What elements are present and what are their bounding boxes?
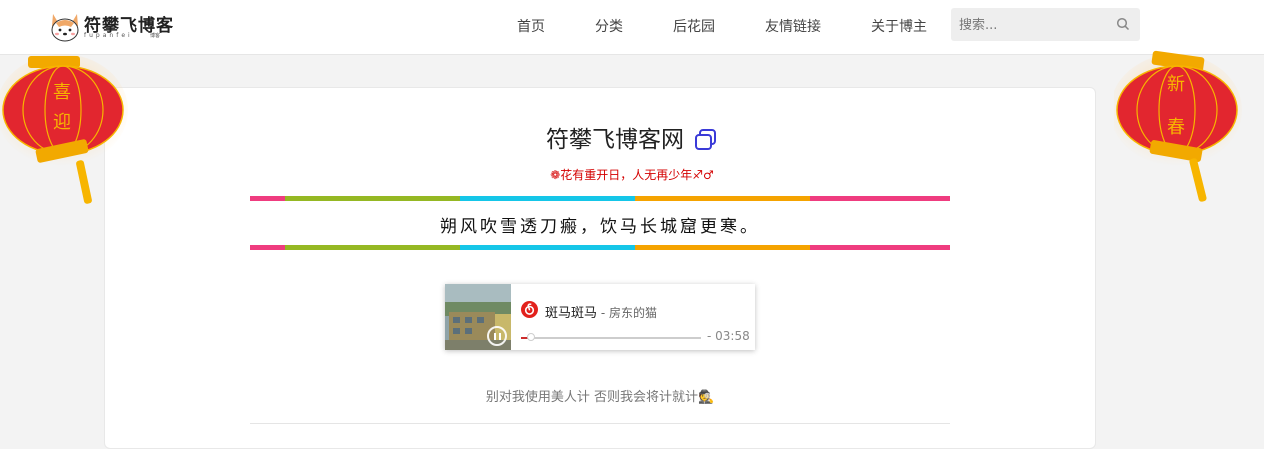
search-icon[interactable] [1116, 17, 1130, 31]
content-divider [250, 423, 950, 424]
lantern-right-char-2: 春 [1167, 117, 1185, 138]
lantern-left-char-2: 迎 [53, 112, 71, 133]
song-title: 斑马斑马 [545, 306, 598, 321]
stripe-segment [285, 245, 460, 250]
song-info: 斑马斑马 - 房东的猫 [545, 302, 657, 321]
lantern-left-char-1: 喜 [53, 82, 71, 103]
logo-tag: 博客 [150, 33, 161, 39]
corgi-mascot-icon [51, 14, 79, 42]
motto: ❁花有重开日，人无再少年♐♂ [550, 168, 714, 182]
song-artist: - 房东的猫 [597, 306, 657, 320]
nav-categories[interactable]: 分类 [595, 16, 623, 36]
nav-home[interactable]: 首页 [517, 16, 545, 36]
progress-handle[interactable] [527, 333, 536, 341]
stripe-segment [635, 245, 810, 250]
footer-quote: 别对我使用美人计 否则我会将计就计🕵 [485, 390, 715, 405]
stripe-segment [810, 196, 950, 201]
site-logo[interactable]: 符攀飞博客 fupanfei 博客 [48, 8, 173, 44]
nav-about[interactable]: 关于博主 [871, 16, 927, 36]
top-navbar: 符攀飞博客 fupanfei 博客 首页 分类 后花园 友情链接 关于博主 [0, 0, 1264, 55]
netease-music-icon [521, 301, 538, 318]
stripe-segment [810, 245, 950, 250]
track-time: - 03:58 [707, 329, 750, 343]
color-stripe-bottom [250, 245, 950, 250]
album-cover [445, 284, 511, 350]
lantern-right-icon: 新 春 [1114, 50, 1242, 202]
lantern-right-char-1: 新 [1167, 74, 1185, 95]
nav-garden[interactable]: 后花园 [673, 16, 715, 36]
nav-friend-links[interactable]: 友情链接 [765, 16, 821, 36]
search-box [951, 8, 1140, 43]
pause-button[interactable] [487, 326, 507, 346]
music-player: 斑马斑马 - 房东的猫 - 03:58 [445, 284, 755, 350]
site-title-text: 符攀飞博客网 [546, 127, 684, 153]
stripe-segment [285, 196, 460, 201]
color-stripe-top [250, 196, 950, 201]
stripe-segment [460, 196, 635, 201]
copy-windows-icon [695, 129, 716, 150]
search-input[interactable] [957, 8, 1111, 43]
lantern-left-icon: 喜 迎 [0, 54, 128, 204]
stripe-segment [635, 196, 810, 201]
logo-subtitle: fupanfei [84, 32, 133, 39]
poem: 朔风吹雪透刀瘢，饮马长城窟更寒。 [440, 217, 760, 237]
progress-bar[interactable] [521, 333, 701, 341]
site-title: 符攀飞博客网 [0, 120, 1264, 154]
stripe-segment [460, 245, 635, 250]
stripe-segment [250, 245, 285, 250]
stripe-segment [250, 196, 285, 201]
